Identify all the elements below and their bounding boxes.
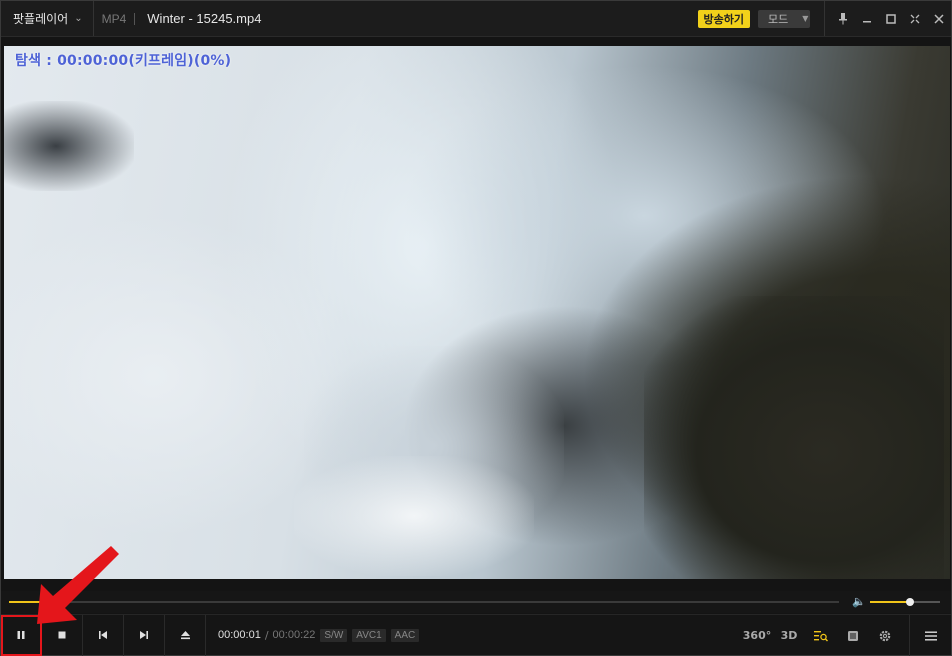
volume-icon[interactable]: 🔈 xyxy=(852,595,866,608)
hamburger-icon xyxy=(924,631,937,640)
3d-icon[interactable]: 3D xyxy=(773,615,805,656)
broadcast-button[interactable]: 방송하기 xyxy=(697,9,750,28)
total-time: 00:00:22 xyxy=(272,629,316,641)
video-frame[interactable]: 탐색 : 00:00:00(키프레임)(0%) xyxy=(4,46,950,579)
pin-icon[interactable] xyxy=(831,7,855,31)
decoder-badge[interactable]: S/W xyxy=(320,628,348,642)
playlist-search-icon[interactable] xyxy=(805,615,837,656)
gear-icon[interactable] xyxy=(869,615,901,656)
mode-label: 모드 xyxy=(768,12,789,26)
title-bar: 팟플레이어 ⌄ MP4 Winter - 15245.mp4 방송하기 모드 ▼ xyxy=(1,1,951,37)
video-scene xyxy=(4,101,134,191)
app-menu-button[interactable]: 팟플레이어 ⌄ xyxy=(1,1,94,36)
video-codec-badge[interactable]: AVC1 xyxy=(352,628,386,642)
stop-icon xyxy=(58,631,66,639)
app-name: 팟플레이어 xyxy=(13,12,69,26)
audio-codec-badge[interactable]: AAC xyxy=(390,628,420,642)
volume-knob[interactable] xyxy=(905,598,914,606)
fullscreen-icon[interactable] xyxy=(903,7,927,31)
eject-icon xyxy=(180,631,190,640)
main-menu-button[interactable] xyxy=(909,615,951,656)
potplayer-window: 팟플레이어 ⌄ MP4 Winter - 15245.mp4 방송하기 모드 ▼ xyxy=(0,0,952,656)
skip-back-icon xyxy=(99,631,107,639)
next-button[interactable] xyxy=(124,614,165,656)
skip-forward-icon xyxy=(140,631,148,639)
minimize-icon[interactable] xyxy=(855,7,879,31)
right-controls: 360° 3D xyxy=(741,615,951,656)
window-controls xyxy=(824,1,951,36)
volume-level xyxy=(870,601,910,603)
file-format: MP4 xyxy=(101,11,127,26)
chapter-list-icon[interactable] xyxy=(837,615,869,656)
annotation-arrow-icon xyxy=(37,546,119,624)
maximize-icon[interactable] xyxy=(879,7,903,31)
caret-down-icon: ▼ xyxy=(802,14,809,23)
seek-status-osd: 탐색 : 00:00:00(키프레임)(0%) xyxy=(15,53,232,69)
vr360-icon[interactable]: 360° xyxy=(741,615,773,656)
seek-bar[interactable] xyxy=(9,601,839,603)
mode-dropdown[interactable]: 모드 ▼ xyxy=(758,9,810,28)
seek-row: 🔈 xyxy=(1,591,951,613)
pause-icon xyxy=(17,631,25,639)
current-time: 00:00:01 xyxy=(218,629,261,641)
close-icon[interactable] xyxy=(927,7,951,31)
open-file-button[interactable] xyxy=(165,614,206,656)
chevron-down-icon: ⌄ xyxy=(74,13,83,24)
control-bar: 00:00:01 / 00:00:22 S/W AVC1 AAC 360° 3D xyxy=(1,614,951,656)
volume-slider[interactable] xyxy=(870,598,940,606)
file-title: Winter - 15245.mp4 xyxy=(147,11,262,26)
time-separator: / xyxy=(264,628,269,642)
